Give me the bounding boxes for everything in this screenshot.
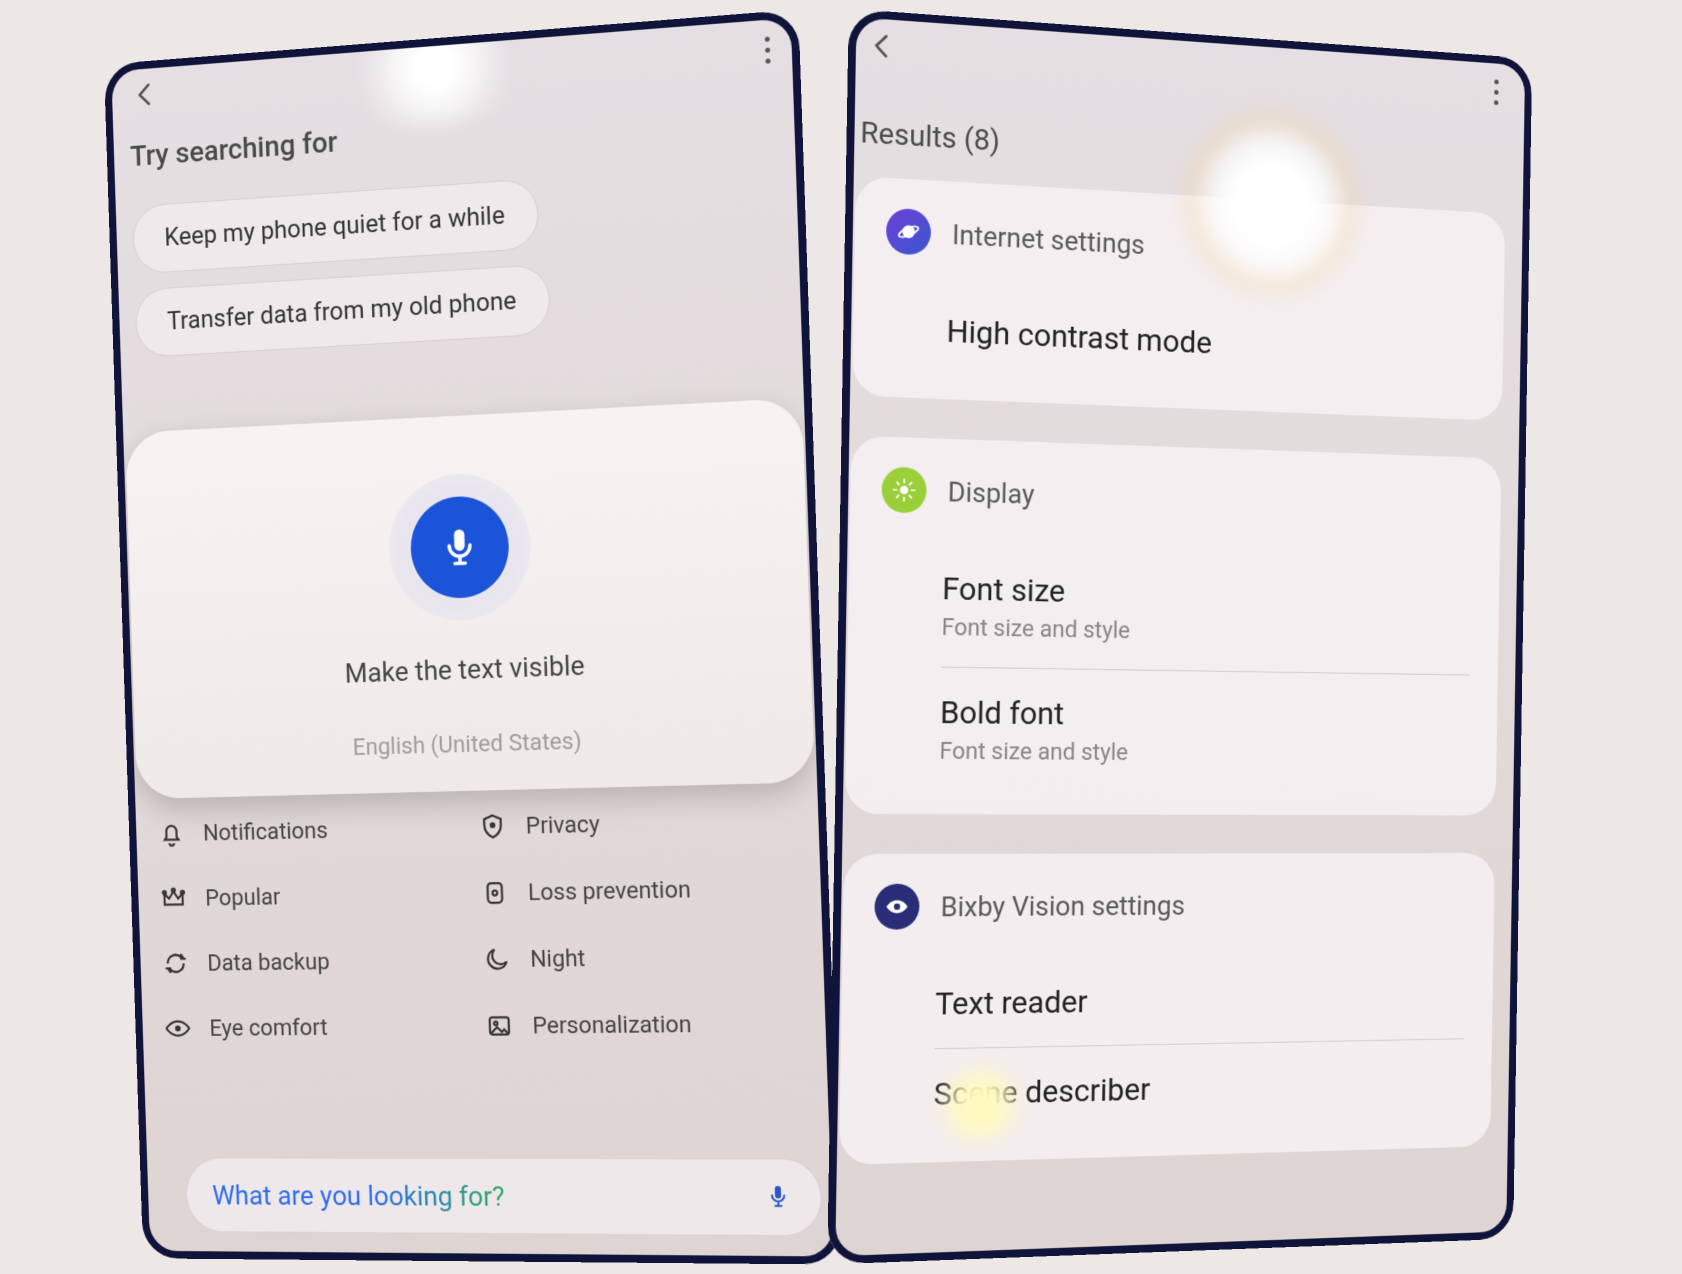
quick-item-label: Popular [205,883,281,911]
kebab-dot-icon [1494,79,1498,84]
rect-icon [478,876,511,910]
top-bar [857,19,1507,119]
quick-item-personalization[interactable]: Personalization [483,1006,805,1042]
result-item[interactable]: Bold fontFont size and style [877,673,1470,787]
result-group-title: Bixby Vision settings [940,889,1185,923]
voice-transcript: Make the text visible [160,642,782,695]
quick-item-data-backup[interactable]: Data backup [160,943,467,980]
suggestion-chips: Keep my phone quiet for a while Transfer… [126,153,789,366]
eye-solid-icon [874,884,920,930]
result-item-subtitle: Font size and style [941,613,1470,650]
quick-item-loss-prevention[interactable]: Loss prevention [478,871,799,910]
results-count-label: Results (8) [860,115,1506,189]
eye-icon [162,1012,194,1045]
quick-item-label: Eye comfort [209,1014,328,1042]
kebab-dot-icon [765,36,770,41]
screen-search-results: Results (8) Internet settings High contra… [827,9,1532,1265]
result-group-title: Internet settings [952,218,1145,261]
microphone-button[interactable] [387,471,533,623]
phone-right: Results (8) Internet settings High contra… [827,9,1532,1265]
back-button[interactable] [867,30,897,68]
bell-icon [156,817,188,850]
search-mic-button[interactable] [763,1182,794,1212]
moon-icon [480,942,513,976]
result-item-title: High contrast mode [946,312,1475,373]
more-options-button[interactable] [1494,79,1499,105]
result-group-header[interactable]: Internet settings [886,208,1477,284]
quick-item-popular[interactable]: Popular [158,877,465,915]
voice-language-label[interactable]: English (United States) [162,721,784,766]
chevron-left-icon [868,30,898,62]
quick-item-label: Night [530,944,586,972]
result-item-subtitle: Font size and style [939,737,1468,768]
result-item[interactable]: Text reader [872,959,1465,1044]
shield-icon [476,809,509,843]
result-item-title: Scene describer [933,1064,1463,1113]
kebab-dot-icon [765,58,770,63]
quick-item-label: Data backup [207,948,330,976]
quick-item-label: Privacy [525,810,600,839]
back-button[interactable] [131,79,159,115]
kebab-dot-icon [1494,100,1498,105]
sun-icon [881,466,927,513]
result-group-internet-settings: Internet settings High contrast mode [852,176,1505,421]
result-item-title: Bold font [940,693,1470,736]
quick-item-notifications[interactable]: Notifications [156,811,462,851]
planet-icon [886,208,932,256]
result-item[interactable]: High contrast mode [884,289,1476,391]
quick-item-privacy[interactable]: Privacy [476,803,797,844]
suggestion-chip[interactable]: Transfer data from my old phone [135,264,551,358]
screen-search-suggestions: Try searching for Keep my phone quiet fo… [104,9,842,1264]
result-group-display: DisplayFont sizeFont size and styleBold … [845,435,1502,815]
result-item-title: Font size [942,569,1471,617]
chevron-left-icon [131,79,159,110]
kebab-dot-icon [765,47,770,52]
result-group-header[interactable]: Display [881,466,1473,529]
voice-input-card: Make the text visible English (United St… [125,398,815,799]
image-icon [483,1009,516,1043]
result-item-title: Text reader [935,978,1465,1023]
result-group-header[interactable]: Bixby Vision settings [874,881,1466,929]
microphone-icon [438,525,481,570]
quick-item-eye-comfort[interactable]: Eye comfort [162,1009,469,1044]
result-group-title: Display [948,475,1035,510]
quick-item-label: Loss prevention [528,876,692,906]
crown-icon [158,882,190,915]
quick-access-grid: Notifications Privacy Popular Loss preventi… [147,802,815,1044]
quick-item-label: Personalization [532,1010,692,1039]
quick-item-label: Notifications [203,817,329,847]
result-item[interactable]: Font sizeFont size and style [879,548,1472,669]
results-list: Internet settings High contrast mode Displ… [839,176,1506,1165]
kebab-dot-icon [1494,89,1498,94]
result-group-bixby-vision-settings: Bixby Vision settings Text reader Scene de… [839,853,1495,1165]
microphone-icon [763,1182,794,1212]
search-placeholder-text: What are you looking for? [212,1179,764,1214]
quick-item-night[interactable]: Night [480,938,801,976]
suggestion-chip[interactable]: Keep my phone quiet for a while [132,178,539,274]
more-options-button[interactable] [765,36,771,63]
sync-icon [160,947,192,980]
result-item[interactable]: Scene describer [871,1045,1464,1134]
photo-canvas: Try searching for Keep my phone quiet fo… [0,0,1682,1274]
search-bar[interactable]: What are you looking for? [185,1157,823,1236]
phone-left: Try searching for Keep my phone quiet fo… [104,9,842,1264]
